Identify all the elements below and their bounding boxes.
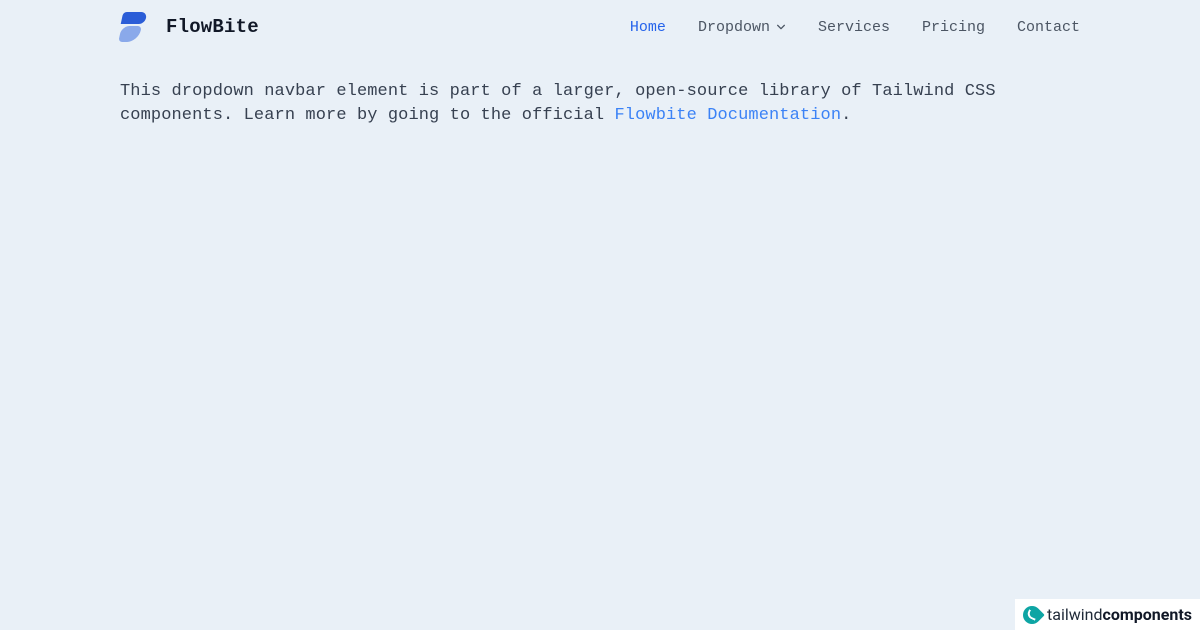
description-part2: . — [841, 106, 851, 125]
nav-list: Home Dropdown Services Pricing Contact — [630, 19, 1080, 36]
description-part1: This dropdown navbar element is part of … — [120, 82, 996, 125]
nav-home[interactable]: Home — [630, 19, 666, 36]
nav-dropdown-label: Dropdown — [698, 19, 770, 36]
flowbite-logo-icon — [120, 12, 148, 42]
brand-name: FlowBite — [166, 16, 259, 38]
badge-text-1: tailwind — [1047, 605, 1103, 624]
nav-contact[interactable]: Contact — [1017, 19, 1080, 36]
badge-text-2: components — [1103, 605, 1192, 624]
nav-dropdown[interactable]: Dropdown — [698, 19, 786, 36]
tailwind-components-badge[interactable]: tailwindcomponents — [1015, 599, 1200, 630]
documentation-link[interactable]: Flowbite Documentation — [614, 106, 841, 125]
brand[interactable]: FlowBite — [120, 12, 259, 42]
nav-pricing[interactable]: Pricing — [922, 19, 985, 36]
description-text: This dropdown navbar element is part of … — [120, 80, 1080, 128]
chevron-down-icon — [776, 22, 786, 32]
badge-text: tailwindcomponents — [1047, 605, 1192, 624]
nav-services[interactable]: Services — [818, 19, 890, 36]
navbar: FlowBite Home Dropdown Services Pricing … — [120, 8, 1080, 46]
leaf-icon — [1019, 602, 1044, 627]
